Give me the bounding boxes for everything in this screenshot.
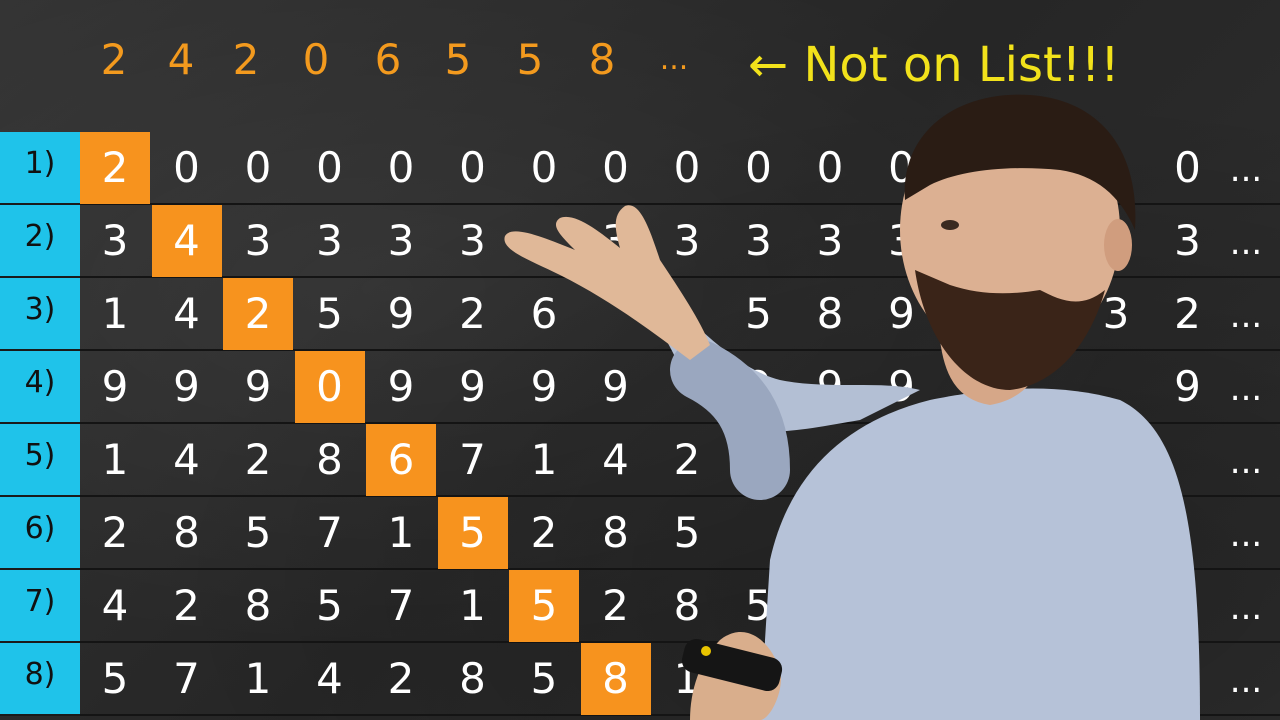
presenter-shirt (760, 388, 1200, 720)
presenter-figure (504, 94, 1200, 720)
presenter-hand (504, 205, 710, 360)
